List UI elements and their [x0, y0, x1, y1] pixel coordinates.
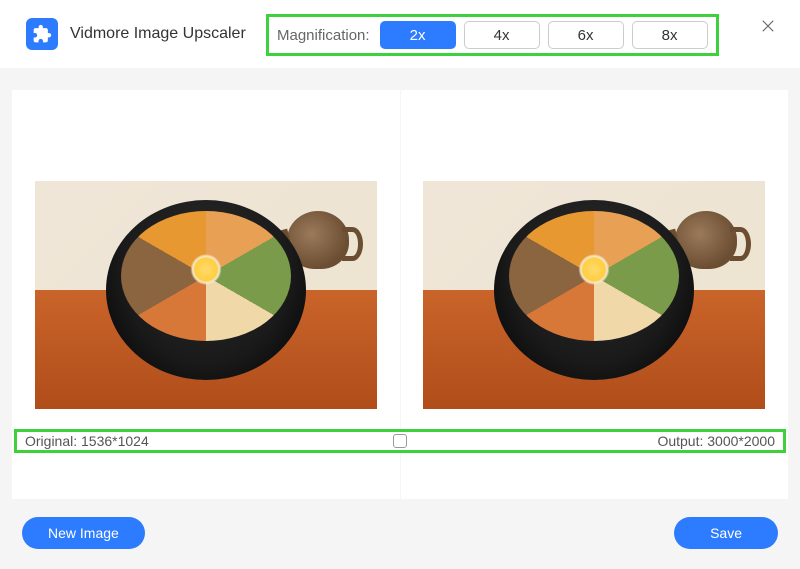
app-title: Vidmore Image Upscaler — [70, 25, 246, 43]
close-button[interactable] — [756, 14, 780, 38]
magnification-label: Magnification: — [277, 27, 370, 44]
save-button[interactable]: Save — [674, 517, 778, 549]
puzzle-icon — [32, 24, 52, 44]
magnification-4x-button[interactable]: 4x — [464, 21, 540, 49]
compare-handle-icon[interactable] — [393, 434, 407, 448]
magnification-6x-button[interactable]: 6x — [548, 21, 624, 49]
footer: New Image Save — [0, 507, 800, 569]
magnification-group: Magnification: 2x 4x 6x 8x — [266, 14, 719, 56]
app-logo — [26, 18, 58, 50]
output-dimensions-label: Output: 3000*2000 — [657, 433, 775, 449]
app-window: Vidmore Image Upscaler Magnification: 2x… — [0, 0, 800, 569]
output-image — [423, 181, 765, 409]
magnification-2x-button[interactable]: 2x — [380, 21, 456, 49]
header: Vidmore Image Upscaler Magnification: 2x… — [0, 0, 800, 68]
preview-area: Original: 1536*1024 Output: 3000*2000 — [0, 68, 800, 507]
magnification-8x-button[interactable]: 8x — [632, 21, 708, 49]
close-icon — [759, 17, 777, 35]
original-dimensions-label: Original: 1536*1024 — [25, 433, 149, 449]
new-image-button[interactable]: New Image — [22, 517, 145, 549]
dimensions-bar: Original: 1536*1024 Output: 3000*2000 — [14, 429, 786, 453]
original-image — [35, 181, 377, 409]
